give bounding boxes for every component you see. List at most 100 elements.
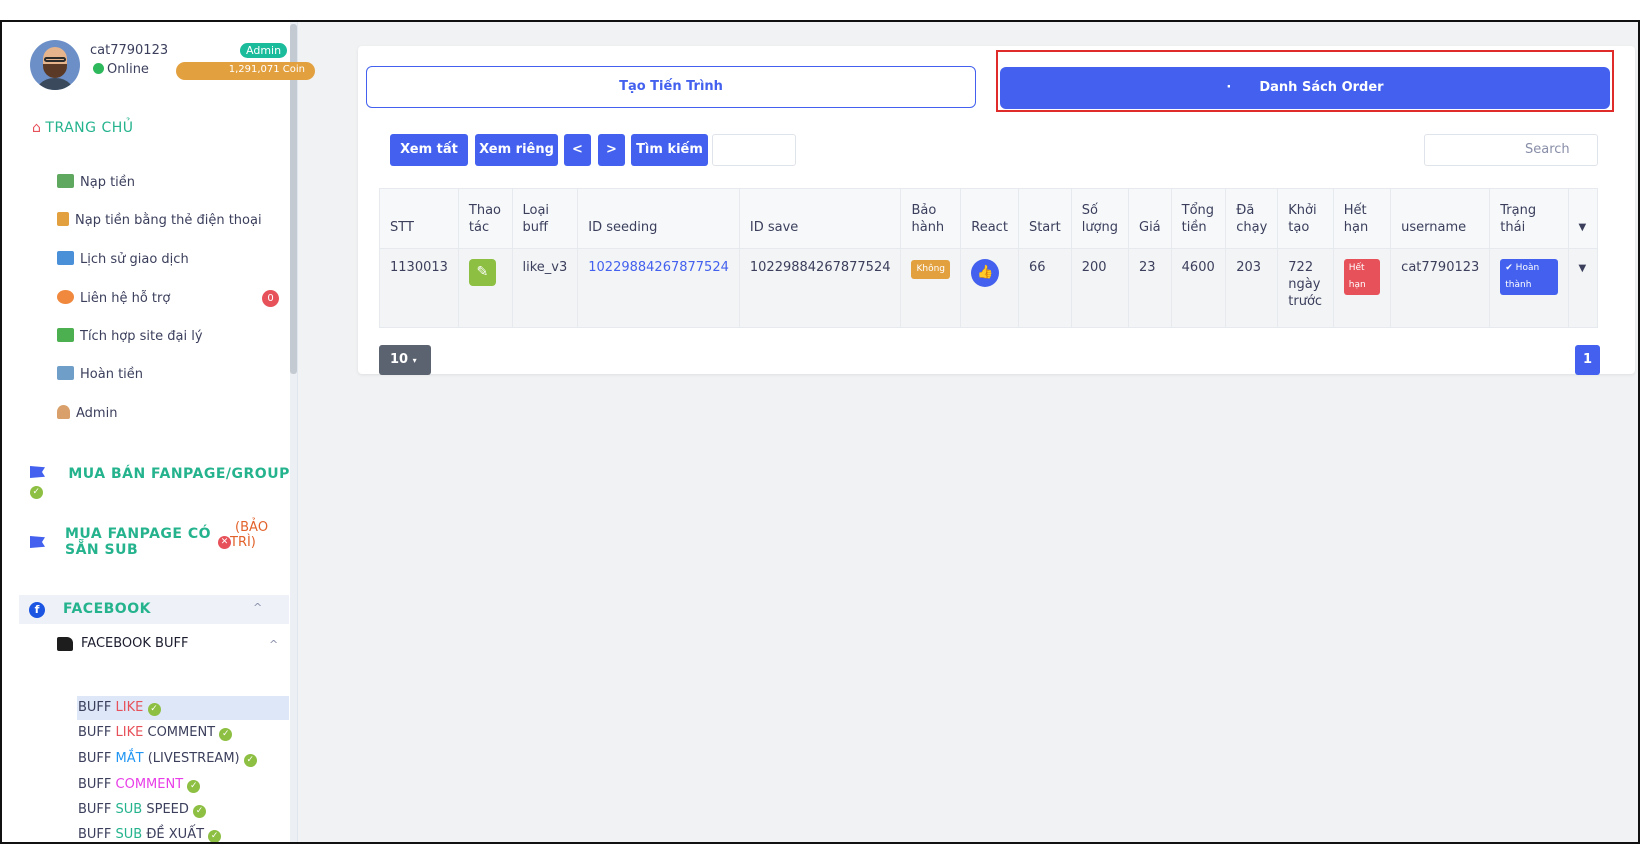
cell-warranty: Không (900, 248, 962, 328)
col-created[interactable]: Khởi tạo (1277, 188, 1334, 249)
user-icon (57, 405, 70, 419)
thumbs-up-icon: 👍 (971, 259, 1000, 287)
home-icon: ⌂ (32, 120, 42, 136)
expired-badge: Hết hạn (1343, 259, 1381, 295)
col-type[interactable]: Loại buff (511, 188, 579, 249)
view-all-button[interactable]: Xem tất cả (390, 134, 468, 189)
nav-item-buff-like[interactable]: BUFF LIKE ✓ (78, 700, 161, 716)
col-warranty[interactable]: Bảo hành (900, 188, 962, 249)
nav-item-buff-sub-speed[interactable]: BUFF SUB SPEED ✓ (78, 802, 207, 818)
cell-expired: Hết hạn (1332, 248, 1392, 328)
view-own-button[interactable]: Xem riêng (475, 134, 558, 166)
cell-total: 4600 (1170, 248, 1227, 328)
col-react[interactable]: React (960, 188, 1019, 249)
online-dot-icon (93, 63, 104, 74)
support-count-badge: 0 (262, 290, 279, 307)
nav-item-deposit[interactable]: Nạp tiền (57, 174, 135, 190)
nav-item-support[interactable]: Liên hệ hỗ trợ (57, 290, 170, 306)
search-input[interactable]: Search (1424, 134, 1598, 166)
nav-item-agency[interactable]: Tích hợp site đại lý (57, 328, 203, 344)
nav-home[interactable]: ⌂ TRANG CHỦ (32, 120, 134, 136)
sidebar: cat7790123 Admin Online 1,291,071 Coin ⌂… (2, 22, 315, 842)
maintenance-label: (BẢO (235, 520, 269, 535)
chart-icon (57, 251, 74, 265)
nav-section-fanpage-group[interactable]: MUA BÁN FANPAGE/GROUP ✓ (30, 466, 297, 499)
cell-price: 23 (1128, 248, 1172, 328)
prev-page-button[interactable]: < (564, 134, 591, 166)
caret-down-icon: ▼ (1578, 263, 1587, 274)
nav-item-admin[interactable]: Admin (57, 405, 117, 421)
caret-down-icon: ▼ (1578, 222, 1587, 233)
col-price[interactable]: Giá (1128, 188, 1172, 249)
next-page-button[interactable]: > (598, 134, 625, 166)
nav-item-buff-comment[interactable]: BUFF COMMENT ✓ (78, 777, 201, 793)
nav-section-fanpage-sub[interactable]: MUA FANPAGE CÓ SẴN SUB ✕ (BẢO TRÌ) (30, 520, 290, 564)
col-id-save[interactable]: ID save (738, 188, 902, 249)
cell-ran: 203 (1225, 248, 1279, 328)
page-size-select[interactable]: 10 ▾ (379, 345, 431, 375)
refund-icon (57, 366, 74, 380)
flag-icon (30, 466, 45, 478)
nav-item-buff-sub-de-xuat[interactable]: BUFF SUB ĐỀ XUẤT ✓ (78, 827, 222, 842)
thumbs-up-icon (57, 637, 73, 651)
col-id-seeding[interactable]: ID seeding (577, 188, 740, 249)
nav-item-history[interactable]: Lịch sử giao dịch (57, 251, 189, 267)
avatar[interactable] (30, 40, 80, 90)
nav-item-refund[interactable]: Hoàn tiền (57, 366, 143, 382)
filter-input[interactable] (712, 134, 796, 166)
search-button[interactable]: Tìm kiếm (631, 134, 708, 166)
col-start[interactable]: Start (1017, 188, 1072, 249)
cell-react: 👍 (960, 248, 1019, 328)
check-icon: ✓ (219, 728, 233, 741)
id-seeding-link[interactable]: 10229884267877524 (588, 260, 729, 275)
cell-quantity: 200 (1070, 248, 1130, 328)
check-icon: ✓ (187, 780, 201, 793)
maintenance-label-2: TRÌ) (230, 535, 256, 550)
caret-down-icon: ▾ (412, 356, 417, 365)
page-1-button[interactable]: 1 (1575, 345, 1600, 375)
check-icon: ✓ (193, 805, 207, 818)
col-total[interactable]: Tổng tiền (1170, 188, 1227, 249)
cell-expand[interactable]: ▼ (1567, 248, 1599, 328)
col-status[interactable]: Trạng thái (1489, 188, 1569, 249)
col-ran[interactable]: Đã chạy (1225, 188, 1279, 249)
nav-item-phone-card[interactable]: Nạp tiền bằng thẻ điện thoại (57, 212, 262, 228)
online-status: Online (93, 62, 149, 77)
col-expired[interactable]: Hết hạn (1332, 188, 1392, 249)
cell-action: ✎ (457, 248, 513, 328)
warranty-badge: Không (911, 260, 951, 279)
user-profile: cat7790123 Admin Online 1,291,071 Coin (30, 40, 315, 100)
cell-start: 66 (1017, 248, 1072, 328)
chevron-up-icon: ^ (269, 638, 279, 651)
cell-stt: 1130013 (379, 248, 459, 328)
col-expand[interactable]: ▼ (1567, 188, 1599, 249)
cell-created: 722 ngày trước (1277, 248, 1334, 328)
col-stt[interactable]: STT (379, 188, 459, 249)
nav-section-facebook[interactable]: f FACEBOOK ^ (19, 595, 289, 624)
edit-pencil-icon[interactable]: ✎ (468, 259, 496, 286)
cell-username: cat7790123 (1390, 248, 1491, 328)
nav-item-buff-like-comment[interactable]: BUFF LIKE COMMENT ✓ (78, 725, 233, 741)
check-icon: ✓ (30, 486, 43, 499)
sidebar-scrollbar[interactable] (290, 22, 297, 842)
cell-status: ✔ Hoàn thành (1489, 248, 1569, 328)
chevron-up-icon: ^ (253, 601, 263, 614)
flag-icon (30, 536, 45, 548)
col-quantity[interactable]: Số lượng (1070, 188, 1130, 249)
table-row: 1130013 ✎ like_v3 10229884267877524 1022… (379, 248, 1599, 328)
nav-item-buff-mat[interactable]: BUFF MẮT (LIVESTREAM) ✓ (78, 751, 257, 767)
cell-id-seeding: 10229884267877524 (577, 248, 740, 328)
facebook-icon: f (29, 602, 45, 618)
phone-card-icon (57, 212, 69, 226)
col-action[interactable]: Thao tác (457, 188, 513, 249)
nav-subsection-facebook-buff[interactable]: FACEBOOK BUFF ^ (57, 634, 287, 656)
col-username[interactable]: username (1390, 188, 1491, 249)
tab-create-process[interactable]: Tạo Tiến Trình (366, 66, 976, 108)
app-frame: cat7790123 Admin Online 1,291,071 Coin ⌂… (0, 20, 1640, 844)
orders-table: STT Thao tác Loại buff ID seeding ID sav… (379, 188, 1599, 328)
table-header-row: STT Thao tác Loại buff ID seeding ID sav… (379, 188, 1599, 249)
cell-type: like_v3 (511, 248, 579, 328)
balance-badge: 1,291,071 Coin (176, 62, 315, 80)
check-icon: ✓ (147, 703, 161, 716)
money-icon (57, 174, 74, 188)
